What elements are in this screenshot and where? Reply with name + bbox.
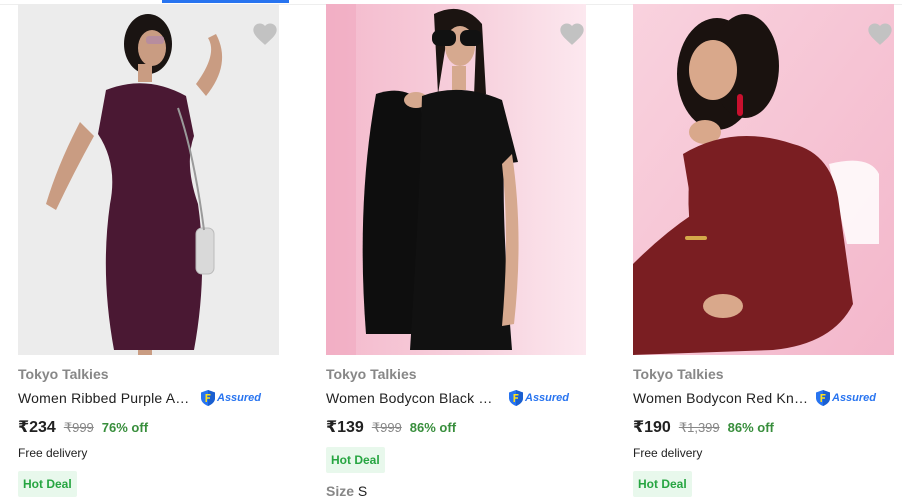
delivery-info: Free delivery — [18, 446, 88, 460]
assured-badge: Assured — [815, 389, 876, 407]
product-card-3[interactable]: Tokyo Talkies Women Bodycon Red Kne... A… — [633, 4, 902, 497]
model-purple-dress-image — [18, 4, 279, 355]
assured-shield-icon — [816, 390, 830, 406]
product-title[interactable]: Women Ribbed Purple Ab... — [18, 390, 194, 406]
product-brand: Tokyo Talkies — [18, 366, 109, 382]
wishlist-heart-icon[interactable] — [251, 20, 279, 48]
model-red-dress-image — [633, 4, 894, 355]
delivery-info: Free delivery — [633, 446, 703, 460]
wishlist-heart-icon[interactable] — [558, 20, 586, 48]
discount-percent: 86% off — [727, 420, 774, 435]
selling-price: ₹190 — [633, 419, 671, 436]
hot-deal-badge: Hot Deal — [633, 471, 692, 497]
original-price: ₹1,399 — [678, 420, 720, 435]
wishlist-heart-icon[interactable] — [866, 20, 894, 48]
product-title[interactable]: Women Bodycon Black Mi... — [326, 390, 502, 406]
product-brand: Tokyo Talkies — [326, 366, 417, 382]
product-image[interactable] — [633, 4, 894, 355]
assured-shield-icon — [509, 390, 523, 406]
original-price: ₹999 — [371, 420, 402, 435]
hot-deal-badge: Hot Deal — [326, 447, 385, 473]
size-label: Size — [326, 483, 355, 499]
assured-shield-icon — [201, 390, 215, 406]
product-card-2[interactable]: Tokyo Talkies Women Bodycon Black Mi... … — [326, 4, 618, 499]
active-tab-indicator — [162, 0, 289, 3]
model-black-dress-image — [326, 4, 586, 355]
product-title[interactable]: Women Bodycon Red Kne... — [633, 390, 809, 406]
discount-percent: 86% off — [409, 420, 457, 435]
selling-price: ₹139 — [326, 419, 364, 436]
product-card-1[interactable]: Tokyo Talkies Women Ribbed Purple Ab... … — [18, 4, 310, 497]
discount-percent: 76% off — [101, 420, 149, 435]
product-brand: Tokyo Talkies — [633, 366, 724, 382]
assured-badge: Assured — [200, 389, 261, 407]
size-value: S — [357, 483, 368, 499]
product-image[interactable] — [18, 4, 279, 355]
hot-deal-badge: Hot Deal — [18, 471, 77, 497]
product-image[interactable] — [326, 4, 586, 355]
selling-price: ₹234 — [18, 419, 56, 436]
original-price: ₹999 — [63, 420, 94, 435]
assured-badge: Assured — [508, 389, 569, 407]
size-info: Size S — [326, 483, 618, 499]
